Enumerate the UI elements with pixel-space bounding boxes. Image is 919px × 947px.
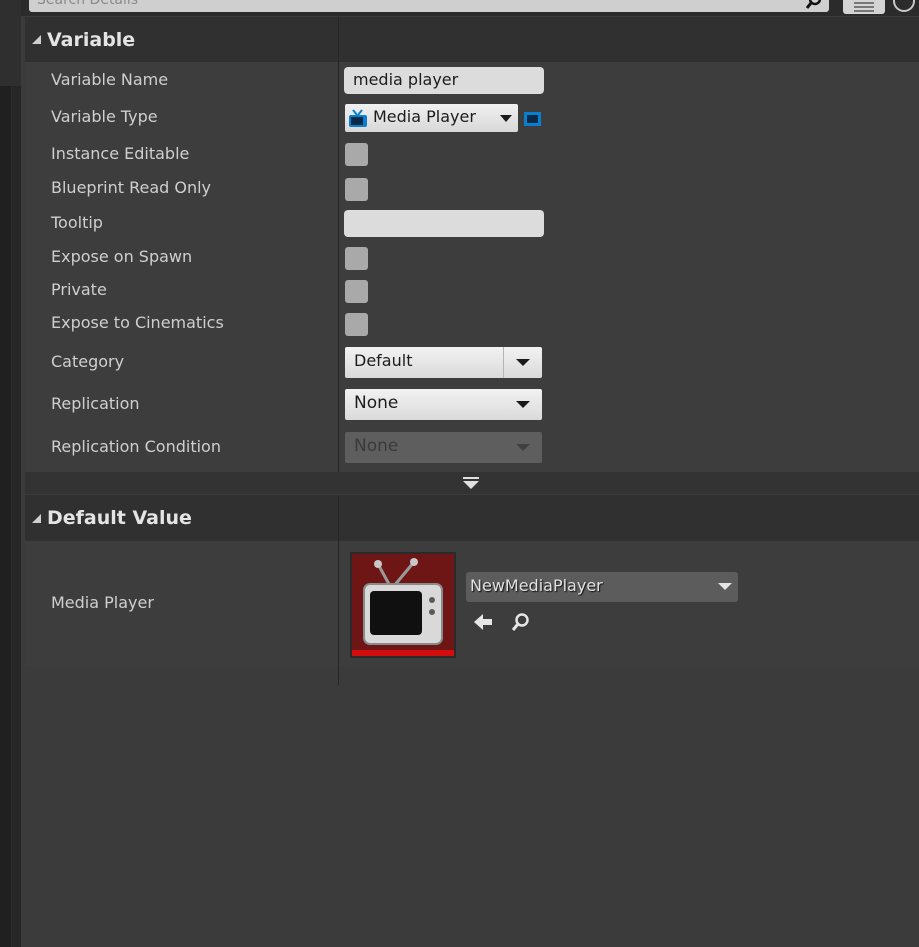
media-player-label: Media Player xyxy=(51,593,154,612)
advanced-properties-expander[interactable] xyxy=(25,472,919,494)
private-row: Private xyxy=(25,274,919,307)
replication-dropdown[interactable]: None xyxy=(345,389,542,420)
variable-type-value: Media Player xyxy=(373,107,476,126)
collapse-triangle-icon xyxy=(32,35,41,44)
chevron-down-icon xyxy=(718,583,732,590)
default-value-properties: Media Player NewMediaPlayer xyxy=(25,541,919,685)
arrow-left-icon[interactable] xyxy=(472,611,494,633)
variable-type-label: Variable Type xyxy=(51,107,158,126)
variable-name-row: Variable Name media player xyxy=(25,62,919,98)
instance-editable-checkbox[interactable] xyxy=(345,143,368,166)
expose-to-cinematics-row: Expose to Cinematics xyxy=(25,307,919,341)
chevron-down-icon xyxy=(516,444,530,451)
collapse-triangle-icon xyxy=(32,513,41,523)
default-value-section-header[interactable]: Default Value xyxy=(25,495,919,541)
search-icon xyxy=(805,0,822,9)
variable-type-row: Variable Type Media Player xyxy=(25,98,919,135)
replication-condition-row: Replication Condition None xyxy=(25,426,919,472)
media-player-thumbnail[interactable] xyxy=(350,552,456,658)
category-label: Category xyxy=(51,352,125,371)
blueprint-read-only-label: Blueprint Read Only xyxy=(51,178,212,197)
chevron-down-icon xyxy=(516,401,530,408)
instance-editable-label: Instance Editable xyxy=(51,144,190,163)
variable-name-input[interactable]: media player xyxy=(344,67,544,94)
list-icon xyxy=(854,2,874,12)
expose-to-cinematics-label: Expose to Cinematics xyxy=(51,313,224,332)
tv-icon xyxy=(349,109,367,127)
replication-label: Replication xyxy=(51,394,140,413)
search-input[interactable]: Search Details xyxy=(29,0,829,12)
media-player-asset-value: NewMediaPlayer xyxy=(470,576,603,595)
asset-type-color-bar xyxy=(352,650,454,656)
replication-condition-label: Replication Condition xyxy=(51,437,221,456)
category-combo[interactable]: Default xyxy=(345,347,542,378)
variable-section-header[interactable]: Variable xyxy=(25,17,919,62)
replication-condition-value: None xyxy=(354,436,399,456)
search-row: Search Details xyxy=(21,0,919,16)
variable-type-dropdown[interactable]: Media Player xyxy=(345,104,518,132)
chevron-down-icon xyxy=(463,477,479,489)
media-player-row: Media Player NewMediaPlayer xyxy=(25,541,919,667)
tooltip-input[interactable] xyxy=(344,210,544,237)
outer-left-top xyxy=(0,0,21,86)
replication-row: Replication None xyxy=(25,383,919,426)
view-options-button[interactable] xyxy=(843,0,885,14)
variable-properties: Variable Name media player Variable Type… xyxy=(25,62,919,472)
replication-condition-dropdown: None xyxy=(345,432,542,463)
details-panel: Search Details Variable Variable Name me… xyxy=(21,0,919,947)
tv-icon xyxy=(363,558,443,645)
section-title: Default Value xyxy=(47,507,192,529)
instance-editable-row: Instance Editable xyxy=(25,135,919,170)
category-value: Default xyxy=(354,351,413,370)
chevron-down-icon xyxy=(516,359,530,366)
private-checkbox[interactable] xyxy=(345,280,368,303)
blueprint-read-only-row: Blueprint Read Only xyxy=(25,170,919,204)
single-variable-icon[interactable] xyxy=(523,110,543,128)
outer-left-panel xyxy=(0,0,21,947)
expose-on-spawn-label: Expose on Spawn xyxy=(51,247,193,266)
replication-value: None xyxy=(354,393,399,413)
search-placeholder: Search Details xyxy=(37,0,139,8)
blueprint-read-only-checkbox[interactable] xyxy=(345,178,368,201)
category-row: Category Default xyxy=(25,341,919,383)
expose-on-spawn-row: Expose on Spawn xyxy=(25,240,919,274)
chevron-down-icon xyxy=(500,115,512,122)
section-title: Variable xyxy=(47,28,136,51)
help-icon[interactable] xyxy=(893,0,915,12)
media-player-asset-picker[interactable]: NewMediaPlayer xyxy=(466,572,738,602)
tooltip-row: Tooltip xyxy=(25,204,919,240)
variable-name-label: Variable Name xyxy=(51,70,169,89)
outer-left-scroll-lane xyxy=(0,86,12,947)
tooltip-label: Tooltip xyxy=(51,213,103,232)
private-label: Private xyxy=(51,280,107,299)
magnifier-icon[interactable] xyxy=(510,611,532,633)
expose-on-spawn-checkbox[interactable] xyxy=(345,247,368,270)
expose-to-cinematics-checkbox[interactable] xyxy=(345,313,368,336)
